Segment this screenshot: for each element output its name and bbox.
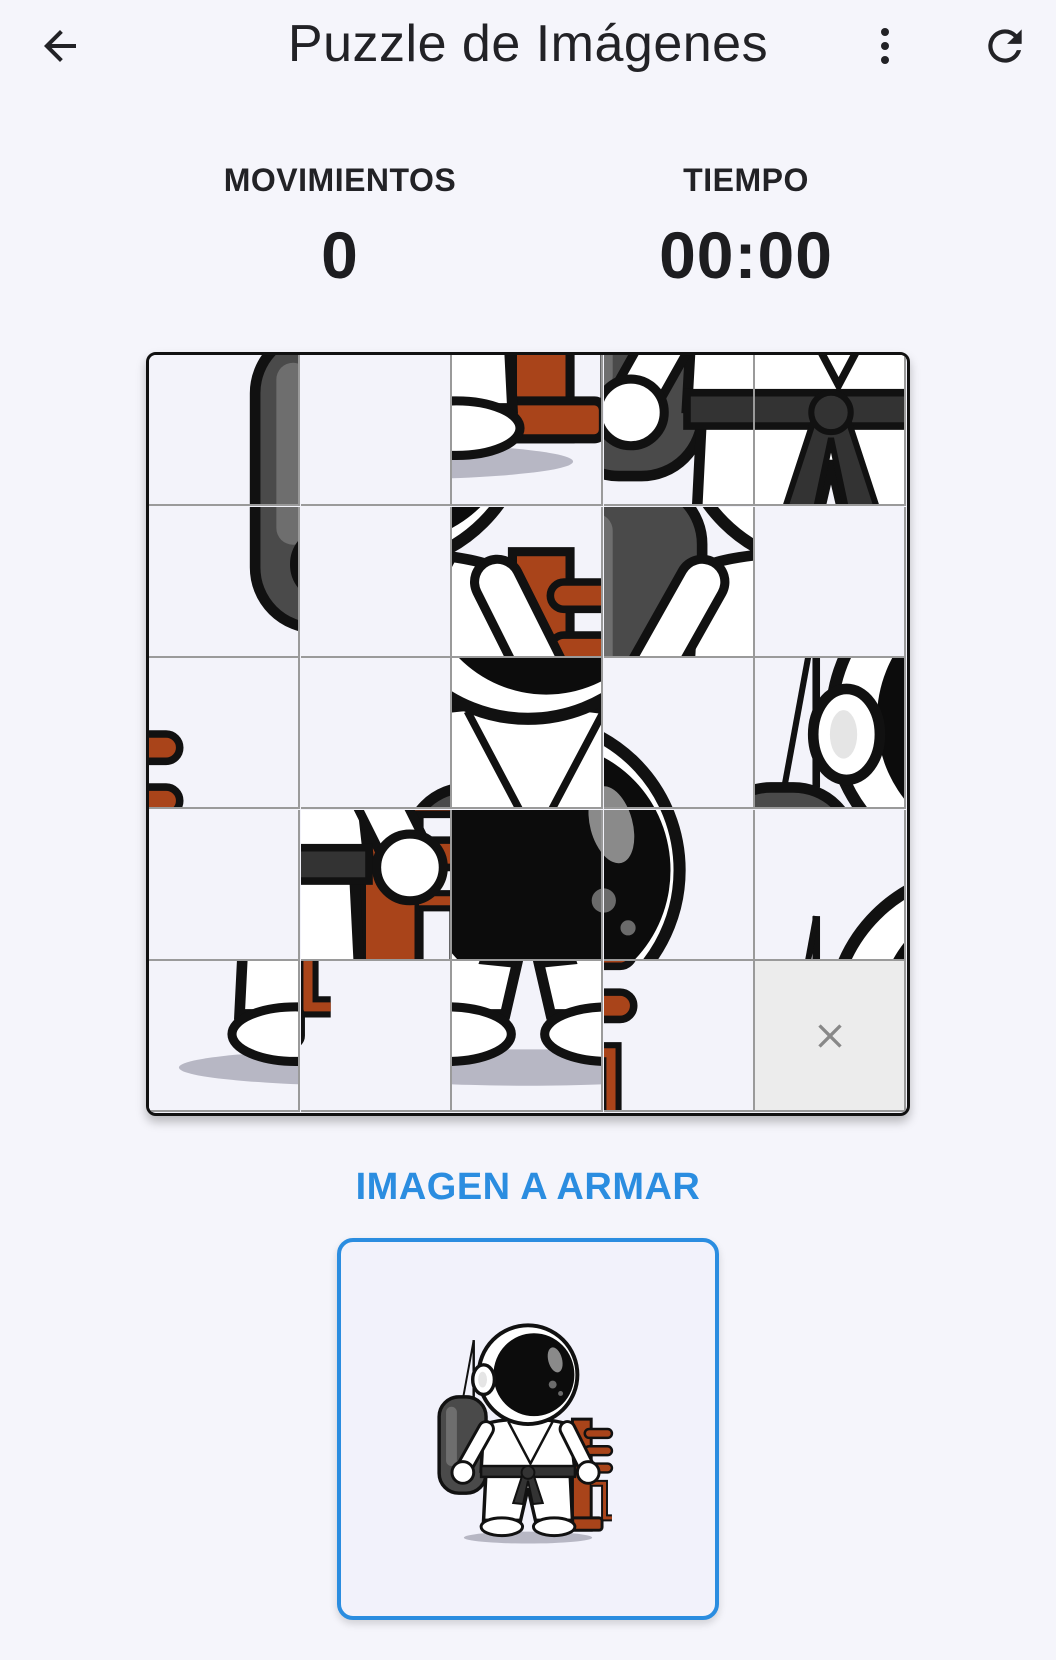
time-label: TIEMPO (683, 162, 809, 198)
tile-image-fragment (452, 809, 602, 959)
tile-image-fragment (179, 961, 298, 1085)
tile-image-fragment (603, 732, 673, 808)
close-icon (818, 1024, 842, 1048)
puzzle-tile[interactable] (149, 658, 300, 810)
tile-image-fragment (603, 961, 638, 1111)
puzzle-tile[interactable] (300, 809, 452, 961)
tile-image-fragment (452, 506, 602, 656)
moves-label: MOVIMIENTOS (223, 162, 457, 198)
puzzle-tile[interactable] (755, 809, 907, 961)
app-bar: Puzzle de Imágenes (0, 0, 1056, 100)
puzzle-tile[interactable] (755, 355, 907, 506)
puzzle-tile[interactable] (300, 506, 452, 658)
tile-image-fragment (149, 730, 184, 808)
target-image (437, 1323, 614, 1544)
tile-image-fragment (415, 784, 450, 808)
tile-image-fragment (755, 658, 905, 808)
refresh-button[interactable] (975, 16, 1035, 76)
more-options-button[interactable] (855, 16, 915, 76)
puzzle-tile[interactable] (603, 658, 755, 810)
tile-image-fragment (249, 506, 298, 631)
puzzle-tile[interactable] (452, 658, 604, 810)
empty-tile[interactable] (755, 961, 907, 1113)
tile-image-fragment (300, 809, 450, 959)
tile-image-fragment (301, 355, 452, 506)
tile-image-fragment (452, 961, 602, 1086)
tile-image-fragment (805, 885, 905, 959)
puzzle-tile[interactable] (452, 961, 604, 1113)
puzzle-tile[interactable] (300, 355, 452, 506)
time-stat: TIEMPO 00:00 (596, 162, 896, 293)
tile-image-fragment (300, 961, 331, 1046)
puzzle-tile[interactable] (755, 506, 907, 658)
tile-image-fragment (755, 355, 905, 504)
moves-stat: MOVIMIENTOS 0 (190, 162, 490, 293)
puzzle-tile[interactable] (755, 658, 907, 810)
tile-image-fragment (603, 355, 753, 504)
puzzle-tile[interactable] (603, 961, 755, 1113)
puzzle-tile[interactable] (603, 809, 755, 961)
puzzle-grid (149, 355, 907, 1113)
tile-image-fragment (755, 507, 906, 658)
puzzle-tile[interactable] (149, 506, 300, 658)
time-value: 00:00 (659, 218, 833, 292)
target-image-card (337, 1238, 719, 1620)
refresh-icon (988, 29, 1022, 63)
puzzle-tile[interactable] (300, 658, 452, 810)
puzzle-tile[interactable] (300, 961, 452, 1113)
puzzle-tile[interactable] (603, 506, 755, 658)
puzzle-tile[interactable] (452, 809, 604, 961)
tile-image-fragment (301, 507, 452, 658)
tile-image-fragment (149, 810, 300, 961)
puzzle-tile[interactable] (603, 355, 755, 506)
tile-image-fragment (452, 355, 602, 478)
puzzle-tile[interactable] (149, 355, 300, 506)
puzzle-board (146, 352, 910, 1116)
puzzle-tile[interactable] (149, 809, 300, 961)
tile-image-fragment (452, 658, 602, 808)
tile-image-fragment (249, 355, 298, 504)
target-image-label: IMAGEN A ARMAR (355, 1166, 701, 1208)
tile-image-fragment (603, 506, 753, 656)
puzzle-tile[interactable] (149, 961, 300, 1113)
tile-image-fragment (603, 809, 686, 959)
more-vert-icon (881, 28, 889, 64)
puzzle-tile[interactable] (452, 355, 604, 506)
moves-value: 0 (321, 218, 359, 292)
puzzle-tile[interactable] (452, 506, 604, 658)
